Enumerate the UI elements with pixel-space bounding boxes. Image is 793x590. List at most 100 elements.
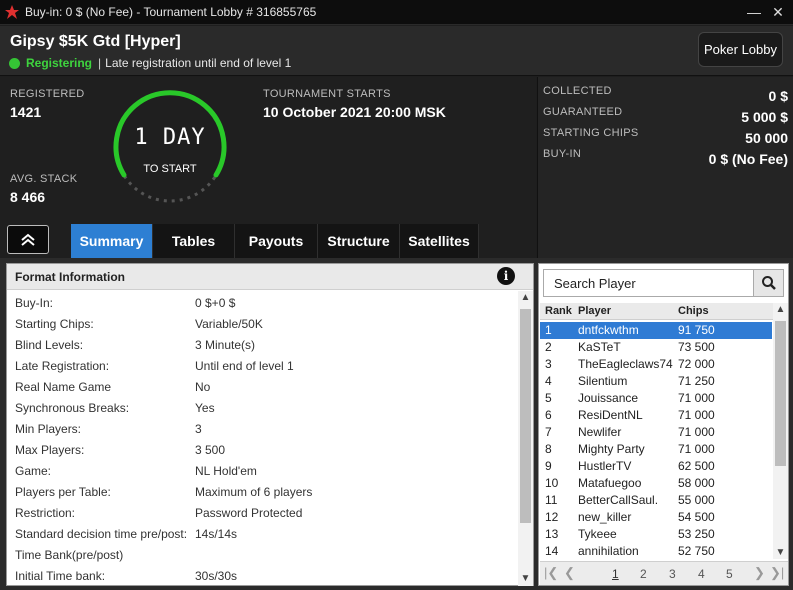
player-rank: 8 bbox=[545, 442, 552, 456]
format-row-label: Time Bank(pre/post) bbox=[15, 548, 124, 562]
format-row-value: No bbox=[195, 380, 211, 394]
player-name: Silentium bbox=[578, 374, 628, 388]
players-panel: Search Player Rank Player Chips 1 dntfckw… bbox=[538, 263, 789, 586]
player-row[interactable]: 9 HustlerTV 62 500 bbox=[540, 458, 772, 475]
player-row[interactable]: 1 dntfckwthm 91 750 bbox=[540, 322, 772, 339]
next-page-icon[interactable]: ❯ bbox=[754, 565, 765, 581]
player-rank: 6 bbox=[545, 408, 552, 422]
player-rank: 4 bbox=[545, 374, 552, 388]
players-pager: |❮ ❮ 1 2 3 4 5 ❯ ❯| bbox=[540, 561, 788, 585]
player-chips: 71 000 bbox=[678, 391, 715, 405]
player-rank: 3 bbox=[545, 357, 552, 371]
players-scroll-thumb[interactable] bbox=[775, 321, 786, 466]
status-text: Registering bbox=[26, 56, 93, 70]
player-name: Mighty Party bbox=[578, 442, 645, 456]
pokerstars-logo-icon bbox=[5, 5, 19, 19]
player-row[interactable]: 14 annihilation 52 750 bbox=[540, 543, 772, 560]
player-name: Jouissance bbox=[578, 391, 639, 405]
countdown-value: 1 DAY bbox=[134, 125, 206, 150]
players-scrollbar[interactable]: ▲ ▼ bbox=[773, 303, 788, 559]
page-1[interactable]: 1 bbox=[612, 567, 619, 581]
player-name: ResiDentNL bbox=[578, 408, 643, 422]
player-rank: 2 bbox=[545, 340, 552, 354]
scroll-down-icon[interactable]: ▼ bbox=[518, 572, 533, 586]
rank-column-header[interactable]: Rank bbox=[545, 305, 572, 317]
format-row-label: Restriction: bbox=[15, 506, 76, 520]
tab-summary[interactable]: Summary bbox=[71, 224, 153, 258]
player-rank: 13 bbox=[545, 527, 559, 541]
player-row[interactable]: 12 new_killer 54 500 bbox=[540, 509, 772, 526]
format-row-label: Real Name Game bbox=[15, 380, 112, 394]
page-4[interactable]: 4 bbox=[698, 567, 705, 581]
format-row-label: Players per Table: bbox=[15, 485, 111, 499]
format-header: Format Information i bbox=[7, 264, 533, 290]
format-row-value: Variable/50K bbox=[195, 317, 263, 331]
format-row-label: Blind Levels: bbox=[15, 338, 84, 352]
player-row[interactable]: 2 KaSTeT 73 500 bbox=[540, 339, 772, 356]
format-row-value: NL Hold'em bbox=[195, 464, 257, 478]
chips-column-header[interactable]: Chips bbox=[678, 305, 709, 317]
player-chips: 71 250 bbox=[678, 374, 715, 388]
tab-satellites[interactable]: Satellites bbox=[400, 224, 479, 258]
format-row-value: 0 $+0 $ bbox=[195, 296, 236, 310]
player-row[interactable]: 4 Silentium 71 250 bbox=[540, 373, 772, 390]
search-placeholder: Search Player bbox=[554, 276, 636, 291]
player-chips: 58 000 bbox=[678, 476, 715, 490]
tab-structure[interactable]: Structure bbox=[318, 224, 400, 258]
format-row-value: 14s/14s bbox=[195, 527, 238, 541]
player-rank: 10 bbox=[545, 476, 559, 490]
player-row[interactable]: 6 ResiDentNL 71 000 bbox=[540, 407, 772, 424]
scroll-thumb[interactable] bbox=[520, 309, 531, 523]
format-row-label: Late Registration: bbox=[15, 359, 110, 373]
players-scroll-up-icon[interactable]: ▲ bbox=[773, 304, 788, 315]
player-column-header[interactable]: Player bbox=[578, 305, 611, 317]
collapse-button[interactable] bbox=[7, 225, 49, 254]
player-row[interactable]: 8 Mighty Party 71 000 bbox=[540, 441, 772, 458]
format-row-value: 3 Minute(s) bbox=[195, 338, 256, 352]
tournament-header: Gipsy $5K Gtd [Hyper] Registering | Late… bbox=[0, 26, 793, 76]
player-row[interactable]: 10 Matafuegoo 58 000 bbox=[540, 475, 772, 492]
player-row[interactable]: 13 Tykeee 53 250 bbox=[540, 526, 772, 543]
player-name: BetterCallSaul. bbox=[578, 493, 659, 507]
late-registration-note: Late registration until end of level 1 bbox=[105, 56, 292, 70]
players-scroll-down-icon[interactable]: ▼ bbox=[773, 547, 788, 558]
tab-payouts[interactable]: Payouts bbox=[235, 224, 318, 258]
first-page-icon[interactable]: |❮ bbox=[544, 565, 558, 581]
page-5[interactable]: 5 bbox=[726, 567, 733, 581]
player-row[interactable]: 7 Newlifer 71 000 bbox=[540, 424, 772, 441]
prize-info-panel: COLLECTED 0 $ GUARANTEED 5 000 $ STARTIN… bbox=[537, 77, 793, 258]
player-row[interactable]: 11 BetterCallSaul. 55 000 bbox=[540, 492, 772, 509]
format-row-label: Initial Time bank: bbox=[15, 569, 106, 583]
player-chips: 55 000 bbox=[678, 493, 715, 507]
chevron-double-up-icon bbox=[21, 233, 35, 246]
avg-stack-value: 8 466 bbox=[10, 189, 46, 205]
format-row-value: Password Protected bbox=[195, 506, 303, 520]
search-player-input[interactable]: Search Player bbox=[543, 269, 784, 297]
format-scrollbar[interactable]: ▲ ▼ bbox=[518, 291, 533, 586]
players-table-header: Rank Player Chips bbox=[540, 303, 773, 320]
info-icon[interactable]: i bbox=[497, 267, 515, 285]
format-row-label: Min Players: bbox=[15, 422, 82, 436]
player-row[interactable]: 5 Jouissance 71 000 bbox=[540, 390, 772, 407]
format-row-value: Maximum of 6 players bbox=[195, 485, 313, 499]
buy-in-value: 0 $ (No Fee) bbox=[708, 151, 788, 167]
scroll-up-icon[interactable]: ▲ bbox=[518, 291, 533, 305]
close-button[interactable]: ✕ bbox=[769, 3, 787, 21]
countdown-label: TO START bbox=[143, 163, 197, 175]
search-icon bbox=[761, 276, 776, 290]
tab-tables[interactable]: Tables bbox=[153, 224, 235, 258]
format-row-label: Starting Chips: bbox=[15, 317, 94, 331]
player-row[interactable]: 3 TheEagleclaws74 72 000 bbox=[540, 356, 772, 373]
format-row-value: Yes bbox=[195, 401, 215, 415]
prev-page-icon[interactable]: ❮ bbox=[564, 565, 575, 581]
last-page-icon[interactable]: ❯| bbox=[770, 565, 784, 581]
page-2[interactable]: 2 bbox=[640, 567, 647, 581]
avg-stack-label: AVG. STACK bbox=[10, 173, 78, 185]
page-3[interactable]: 3 bbox=[669, 567, 676, 581]
player-rank: 14 bbox=[545, 544, 559, 558]
search-button[interactable] bbox=[753, 270, 783, 296]
poker-lobby-button[interactable]: Poker Lobby bbox=[698, 32, 783, 67]
buy-in-label: BUY-IN bbox=[543, 148, 582, 160]
minimize-button[interactable]: — bbox=[745, 3, 763, 21]
player-chips: 71 000 bbox=[678, 408, 715, 422]
